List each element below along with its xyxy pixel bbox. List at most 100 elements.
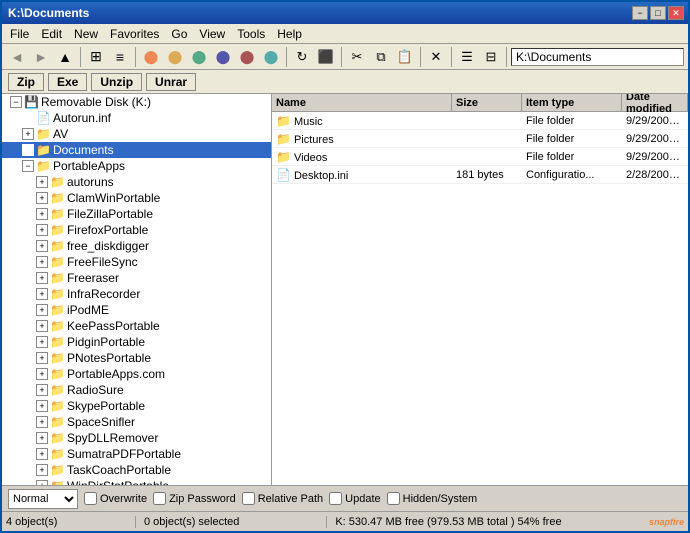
tree-item-filezilla[interactable]: + 📁 FileZillaPortable [2, 206, 271, 222]
detail-view-button[interactable]: ⊟ [480, 46, 502, 68]
expand-pidgin[interactable]: + [36, 336, 48, 348]
tree-item-skype[interactable]: + 📁 SkypePortable [2, 398, 271, 414]
forward-button[interactable]: ► [30, 46, 52, 68]
expand-skype[interactable]: + [36, 400, 48, 412]
expand-autoruns[interactable]: + [36, 176, 48, 188]
expand-ipodme[interactable]: + [36, 304, 48, 316]
header-date[interactable]: Date modified [622, 94, 688, 111]
tree-item-autoruns[interactable]: + 📁 autoruns [2, 174, 271, 190]
up-button[interactable]: ▲ [54, 46, 76, 68]
menu-new[interactable]: New [68, 26, 104, 42]
toolbar-icon-2[interactable]: ⬤ [164, 46, 186, 68]
tree-item-pnotes[interactable]: + 📁 PNotesPortable [2, 350, 271, 366]
update-checkbox[interactable] [329, 492, 342, 505]
hidden-system-checkbox[interactable] [387, 492, 400, 505]
file-row[interactable]: 📄Desktop.ini 181 bytes Configuratio... 2… [272, 166, 688, 184]
toolbar-icon-6[interactable]: ⬤ [260, 46, 282, 68]
tree-item-removable[interactable]: − 💾 Removable Disk (K:) [2, 94, 271, 110]
expand-freeraser[interactable]: + [36, 272, 48, 284]
expand-clamwin[interactable]: + [36, 192, 48, 204]
expand-portableapps[interactable]: − [22, 160, 34, 172]
menu-file[interactable]: File [4, 26, 35, 42]
tree-item-windirstat[interactable]: + 📁 WinDirStatPortable [2, 478, 271, 485]
hidden-system-checkbox-label[interactable]: Hidden/System [387, 492, 478, 505]
update-checkbox-label[interactable]: Update [329, 492, 380, 505]
tree-item-spydll[interactable]: + 📁 SpyDLLRemover [2, 430, 271, 446]
minimize-button[interactable]: − [632, 6, 648, 20]
back-button[interactable]: ◄ [6, 46, 28, 68]
expand-filezilla[interactable]: + [36, 208, 48, 220]
zip-password-checkbox-label[interactable]: Zip Password [153, 492, 236, 505]
tree-item-freedisk[interactable]: + 📁 free_diskdigger [2, 238, 271, 254]
relative-path-checkbox-label[interactable]: Relative Path [242, 492, 323, 505]
copy-button[interactable]: ⧉ [370, 46, 392, 68]
delete-button[interactable]: ✕ [425, 46, 447, 68]
tree-item-portableapps[interactable]: − 📁 PortableApps [2, 158, 271, 174]
menu-go[interactable]: Go [165, 26, 193, 42]
expand-firefox[interactable]: + [36, 224, 48, 236]
unrar-button[interactable]: Unrar [146, 73, 196, 91]
small-icons-button[interactable]: ≡ [109, 46, 131, 68]
overwrite-checkbox-label[interactable]: Overwrite [84, 492, 147, 505]
menu-help[interactable]: Help [271, 26, 308, 42]
expand-documents[interactable]: + [22, 144, 34, 156]
expand-spacesnifler[interactable]: + [36, 416, 48, 428]
expand-spydll[interactable]: + [36, 432, 48, 444]
expand-freedisk[interactable]: + [36, 240, 48, 252]
tree-item-freefilesync[interactable]: + 📁 FreeFileSync [2, 254, 271, 270]
mode-select[interactable]: Normal Store Fastest Best [8, 489, 78, 509]
close-button[interactable]: ✕ [668, 6, 684, 20]
file-row[interactable]: 📁Music File folder 9/29/2009 ... [272, 112, 688, 130]
expand-freefilesync[interactable]: + [36, 256, 48, 268]
cut-button[interactable]: ✂ [346, 46, 368, 68]
expand-taskcoach[interactable]: + [36, 464, 48, 476]
expand-sumatra[interactable]: + [36, 448, 48, 460]
overwrite-checkbox[interactable] [84, 492, 97, 505]
tree-item-pidgin[interactable]: + 📁 PidginPortable [2, 334, 271, 350]
file-row[interactable]: 📁Videos File folder 9/29/2009 ... [272, 148, 688, 166]
tree-item-sumatra[interactable]: + 📁 SumatraPDFPortable [2, 446, 271, 462]
toolbar-icon-1[interactable]: ⬤ [140, 46, 162, 68]
header-size[interactable]: Size [452, 94, 522, 111]
tree-item-ipodme[interactable]: + 📁 iPodME [2, 302, 271, 318]
header-type[interactable]: Item type [522, 94, 622, 111]
stop-button[interactable]: ⬛ [315, 46, 337, 68]
list-view-button[interactable]: ☰ [456, 46, 478, 68]
file-row[interactable]: 📁Pictures File folder 9/29/2009 ... [272, 130, 688, 148]
toolbar-icon-5[interactable]: ⬤ [236, 46, 258, 68]
tree-item-taskcoach[interactable]: + 📁 TaskCoachPortable [2, 462, 271, 478]
expand-keepass[interactable]: + [36, 320, 48, 332]
menu-favorites[interactable]: Favorites [104, 26, 165, 42]
toolbar-icon-3[interactable]: ⬤ [188, 46, 210, 68]
tree-item-radiosure[interactable]: + 📁 RadioSure [2, 382, 271, 398]
expand-infrarecorder[interactable]: + [36, 288, 48, 300]
expand-av[interactable]: + [22, 128, 34, 140]
tree-item-freeraser[interactable]: + 📁 Freeraser [2, 270, 271, 286]
expand-pnotes[interactable]: + [36, 352, 48, 364]
tree-item-documents[interactable]: + 📁 Documents [2, 142, 271, 158]
tree-item-clamwin[interactable]: + 📁 ClamWinPortable [2, 190, 271, 206]
tree-item-av[interactable]: + 📁 AV [2, 126, 271, 142]
maximize-button[interactable]: □ [650, 6, 666, 20]
zip-button[interactable]: Zip [8, 73, 44, 91]
paste-button[interactable]: 📋 [394, 46, 416, 68]
unzip-button[interactable]: Unzip [91, 73, 142, 91]
large-icons-button[interactable]: ⊞ [85, 46, 107, 68]
tree-item-autorun[interactable]: 📄 Autorun.inf [2, 110, 271, 126]
address-input[interactable] [511, 48, 684, 66]
expand-removable[interactable]: − [10, 96, 22, 108]
expand-radiosure[interactable]: + [36, 384, 48, 396]
menu-tools[interactable]: Tools [231, 26, 271, 42]
relative-path-checkbox[interactable] [242, 492, 255, 505]
tree-item-keepass[interactable]: + 📁 KeePassPortable [2, 318, 271, 334]
header-name[interactable]: Name [272, 94, 452, 111]
menu-edit[interactable]: Edit [35, 26, 68, 42]
refresh-button[interactable]: ↻ [291, 46, 313, 68]
tree-item-firefox[interactable]: + 📁 FirefoxPortable [2, 222, 271, 238]
toolbar-icon-4[interactable]: ⬤ [212, 46, 234, 68]
zip-password-checkbox[interactable] [153, 492, 166, 505]
menu-view[interactable]: View [193, 26, 231, 42]
expand-portableappscom[interactable]: + [36, 368, 48, 380]
tree-item-portableappscom[interactable]: + 📁 PortableApps.com [2, 366, 271, 382]
tree-item-infrarecorder[interactable]: + 📁 InfraRecorder [2, 286, 271, 302]
